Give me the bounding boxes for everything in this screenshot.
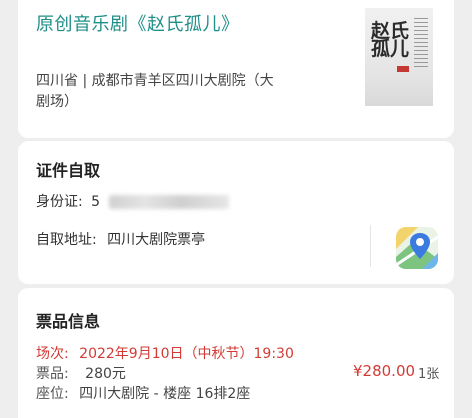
- id-value: 5: [91, 194, 101, 210]
- id-label: 身份证:: [36, 194, 83, 210]
- map-divider: [370, 225, 371, 267]
- id-row: 身份证: 5: [36, 191, 229, 211]
- address-value: 四川大剧院票亭: [107, 232, 206, 248]
- show-title[interactable]: 原创音乐剧《赵氏孤儿》: [36, 10, 240, 36]
- ticket-card: 票品信息 场次: 2022年9月10日（中秋节）19:30 票品: 280元 座…: [18, 288, 454, 418]
- map-icon[interactable]: [396, 227, 438, 269]
- seat-value: 四川大剧院 - 楼座 16排2座: [79, 386, 251, 402]
- seat-row: 座位: 四川大剧院 - 楼座 16排2座: [36, 383, 250, 403]
- address-row: 自取地址: 四川大剧院票亭: [36, 229, 205, 249]
- session-value: 2022年9月10日（中秋节）19:30: [79, 346, 294, 362]
- poster-title-art: 赵氏孤儿: [371, 20, 410, 60]
- ticket-notch: [13, 136, 23, 146]
- id-blurred-digits: [108, 195, 229, 209]
- pickup-section-title: 证件自取: [36, 161, 101, 180]
- item-row: 票品: 280元: [36, 363, 126, 383]
- ticket-quantity: 1张: [418, 367, 440, 382]
- ticket-section-title: 票品信息: [36, 312, 101, 331]
- poster-fine-print: [414, 18, 428, 70]
- session-row: 场次: 2022年9月10日（中秋节）19:30: [36, 343, 294, 363]
- ticket-price: ¥280.00: [353, 362, 416, 380]
- show-card[interactable]: 原创音乐剧《赵氏孤儿》 四川省 | 成都市青羊区四川大剧院（大剧场） 赵氏孤儿: [18, 0, 454, 138]
- show-poster[interactable]: 赵氏孤儿: [365, 8, 433, 106]
- session-label: 场次:: [36, 346, 69, 362]
- item-label: 票品:: [36, 366, 69, 382]
- item-value: 280元: [85, 366, 126, 382]
- venue-address: 四川省 | 成都市青羊区四川大剧院（大剧场）: [36, 73, 274, 110]
- seat-label: 座位:: [36, 386, 69, 402]
- poster-red-stamp: [397, 66, 409, 72]
- pickup-card: 证件自取 身份证: 5 自取地址: 四川大剧院票亭: [13, 136, 454, 284]
- address-label: 自取地址:: [36, 232, 97, 248]
